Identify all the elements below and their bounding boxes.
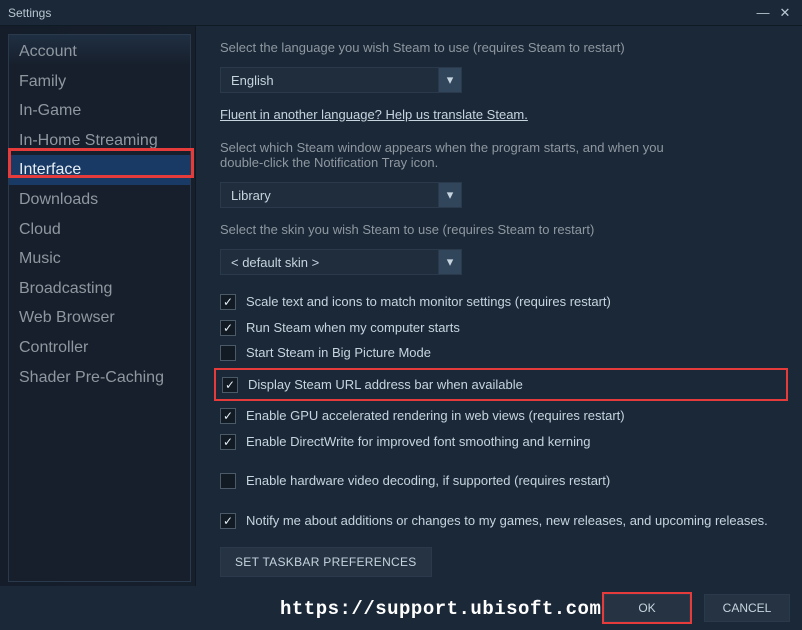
sidebar-item-shader-pre-caching[interactable]: Shader Pre-Caching (9, 363, 190, 393)
checkbox-label: Display Steam URL address bar when avail… (248, 376, 523, 394)
checkbox-row: Run Steam when my computer starts (220, 315, 782, 341)
chevron-down-icon: ▾ (438, 249, 462, 275)
title-bar: Settings — ✕ (0, 0, 802, 26)
sidebar-item-downloads[interactable]: Downloads (9, 185, 190, 215)
startup-window-value: Library (220, 182, 438, 208)
sidebar-item-cloud[interactable]: Cloud (9, 215, 190, 245)
checkbox-row: Notify me about additions or changes to … (220, 508, 782, 534)
checkbox[interactable] (220, 294, 236, 310)
checkbox-row: Display Steam URL address bar when avail… (214, 368, 788, 402)
checkbox-row: Enable GPU accelerated rendering in web … (220, 403, 782, 429)
minimize-button[interactable]: — (754, 5, 772, 21)
checkbox[interactable] (220, 513, 236, 529)
checkbox-row: Start Steam in Big Picture Mode (220, 340, 782, 366)
checkbox-label: Scale text and icons to match monitor se… (246, 293, 611, 311)
checkbox[interactable] (220, 473, 236, 489)
startup-window-dropdown[interactable]: Library ▾ (220, 182, 462, 208)
checkbox-row: Scale text and icons to match monitor se… (220, 289, 782, 315)
skin-label: Select the skin you wish Steam to use (r… (220, 222, 782, 237)
checkbox-label: Enable GPU accelerated rendering in web … (246, 407, 625, 425)
close-button[interactable]: ✕ (776, 5, 794, 21)
checkbox-row: Enable DirectWrite for improved font smo… (220, 429, 782, 455)
sidebar-item-interface[interactable]: Interface (9, 155, 190, 185)
checkbox[interactable] (220, 434, 236, 450)
sidebar-item-in-game[interactable]: In-Game (9, 96, 190, 126)
sidebar-item-web-browser[interactable]: Web Browser (9, 303, 190, 333)
checkbox-row: Enable hardware video decoding, if suppo… (220, 468, 782, 494)
ok-button[interactable]: OK (604, 594, 690, 622)
chevron-down-icon: ▾ (438, 67, 462, 93)
chevron-down-icon: ▾ (438, 182, 462, 208)
checkbox-label: Enable DirectWrite for improved font smo… (246, 433, 590, 451)
sidebar-item-music[interactable]: Music (9, 244, 190, 274)
checkbox[interactable] (220, 320, 236, 336)
checkbox-label: Enable hardware video decoding, if suppo… (246, 472, 610, 490)
checkbox[interactable] (222, 377, 238, 393)
sidebar: AccountFamilyIn-GameIn-Home StreamingInt… (0, 26, 196, 586)
translate-link[interactable]: Fluent in another language? Help us tran… (220, 107, 528, 122)
cancel-button[interactable]: CANCEL (704, 594, 790, 622)
watermark-text: https://support.ubisoft.com (280, 598, 601, 620)
main-panel: Select the language you wish Steam to us… (196, 26, 802, 586)
skin-value: < default skin > (220, 249, 438, 275)
checkbox-label: Start Steam in Big Picture Mode (246, 344, 431, 362)
set-taskbar-preferences-button[interactable]: SET TASKBAR PREFERENCES (220, 547, 432, 577)
window-title: Settings (8, 6, 51, 20)
checkbox-label: Run Steam when my computer starts (246, 319, 460, 337)
language-value: English (220, 67, 438, 93)
startup-label: Select which Steam window appears when t… (220, 140, 700, 170)
checkbox[interactable] (220, 408, 236, 424)
dialog-footer: OK CANCEL (604, 594, 790, 622)
sidebar-item-broadcasting[interactable]: Broadcasting (9, 274, 190, 304)
language-label: Select the language you wish Steam to us… (220, 40, 782, 55)
checkbox[interactable] (220, 345, 236, 361)
checkbox-label: Notify me about additions or changes to … (246, 512, 768, 530)
language-dropdown[interactable]: English ▾ (220, 67, 462, 93)
sidebar-item-in-home-streaming[interactable]: In-Home Streaming (9, 126, 190, 156)
sidebar-item-family[interactable]: Family (9, 67, 190, 97)
skin-dropdown[interactable]: < default skin > ▾ (220, 249, 462, 275)
sidebar-item-controller[interactable]: Controller (9, 333, 190, 363)
sidebar-item-account[interactable]: Account (9, 37, 190, 67)
